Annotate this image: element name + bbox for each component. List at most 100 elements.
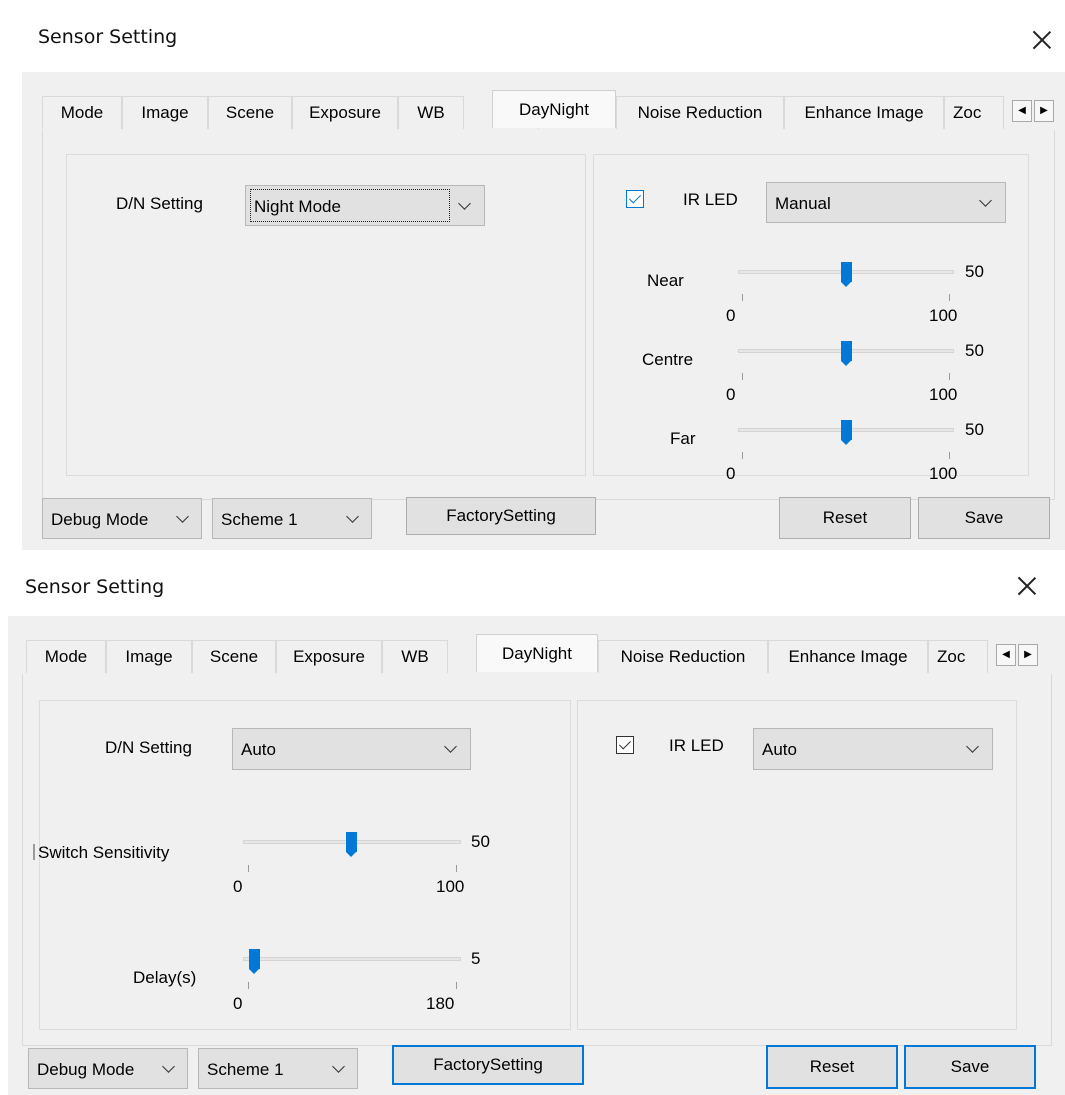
slider-value-far: 50 [965, 420, 984, 439]
chevron-down-icon [162, 1059, 175, 1073]
tab-strip: Mode Image Scene Exposure WB DayNight No… [26, 634, 1065, 674]
triangle-right-icon[interactable]: ▶ [1034, 100, 1054, 122]
slider-tick [248, 865, 249, 872]
dialog-client-area: Mode Image Scene Exposure WB DayNight No… [8, 616, 1065, 1095]
tab-scene[interactable]: Scene [192, 640, 276, 673]
reset-button[interactable]: Reset [766, 1045, 898, 1089]
slider-min-far: 0 [726, 464, 736, 483]
slider-max-switch-sensitivity: 100 [436, 877, 465, 896]
checkmark-icon [618, 737, 632, 750]
triangle-left-icon[interactable]: ◀ [996, 644, 1016, 666]
dn-setting-value: Auto [241, 740, 276, 759]
slider-max-far: 100 [929, 464, 958, 483]
slider-tick [742, 373, 743, 380]
slider-track-delay[interactable] [243, 957, 461, 961]
debug-mode-value: Debug Mode [51, 510, 149, 529]
ir-led-label: IR LED [683, 190, 738, 209]
tab-daynight[interactable]: DayNight [492, 90, 616, 128]
factory-setting-button[interactable]: FactorySetting [392, 1045, 584, 1085]
slider-min-near: 0 [726, 306, 736, 325]
slider-tick [456, 865, 457, 872]
triangle-right-icon[interactable]: ▶ [1018, 644, 1038, 666]
tab-zoom[interactable]: Zoc [944, 96, 1004, 129]
tab-wb[interactable]: WB [382, 640, 448, 673]
chevron-down-icon [176, 509, 189, 523]
chevron-down-icon [346, 509, 359, 523]
slider-thumb-centre[interactable] [841, 341, 852, 366]
tab-noise-reduction-label[interactable]: Noise Reduction [616, 96, 784, 129]
reset-button[interactable]: Reset [779, 497, 911, 539]
chevron-down-icon [332, 1059, 345, 1073]
dn-setting-value: Night Mode [254, 197, 341, 216]
slider-thumb-far[interactable] [841, 420, 852, 445]
tab-daynight[interactable]: DayNight [476, 634, 598, 672]
slider-max-centre: 100 [929, 385, 958, 404]
tab-enhance-image[interactable]: Enhance Image [768, 640, 928, 673]
slider-thumb-switch-sensitivity[interactable] [346, 832, 357, 857]
ir-led-checkbox[interactable] [626, 190, 644, 208]
dn-setting-label: D/N Setting [116, 194, 203, 213]
debug-mode-dropdown[interactable]: Debug Mode [42, 498, 202, 539]
scheme-value: Scheme 1 [207, 1060, 284, 1079]
close-icon[interactable] [1029, 27, 1055, 53]
slider-max-near: 100 [929, 306, 958, 325]
scheme-dropdown[interactable]: Scheme 1 [198, 1048, 358, 1089]
tab-exposure[interactable]: Exposure [276, 640, 382, 673]
tab-exposure[interactable]: Exposure [292, 96, 398, 129]
ir-led-mode-value: Auto [762, 740, 797, 759]
slider-scale-far: 0 100 [703, 462, 1003, 492]
chevron-down-icon [979, 193, 992, 207]
dialog-title: Sensor Setting [38, 26, 178, 48]
tab-noise-reduction[interactable]: Noise Reduction [598, 640, 768, 673]
dialog-title: Sensor Setting [25, 576, 165, 598]
slider-thumb-near[interactable] [841, 262, 852, 287]
ir-led-mode-dropdown[interactable]: Auto [753, 728, 993, 770]
dn-setting-dropdown[interactable]: Auto [232, 728, 471, 770]
tab-mode[interactable]: Mode [26, 640, 106, 673]
save-button[interactable]: Save [904, 1045, 1036, 1089]
slider-tick [949, 294, 950, 301]
scheme-value: Scheme 1 [221, 510, 298, 529]
slider-value-near: 50 [965, 262, 984, 281]
ir-led-label: IR LED [669, 736, 724, 755]
save-button[interactable]: Save [918, 497, 1050, 539]
dialog-client-area: Mode Image Scene Exposure WB DayNight No… [22, 72, 1065, 550]
dn-setting-label: D/N Setting [105, 738, 192, 757]
slider-tick [949, 452, 950, 459]
tab-image[interactable]: Image [106, 640, 192, 673]
ir-led-mode-dropdown[interactable]: Manual [766, 182, 1006, 223]
sensor-setting-dialog-2: Sensor Setting Mode Image Scene Exposure… [0, 550, 1065, 1095]
chevron-down-icon [966, 740, 979, 753]
tab-zoom[interactable]: Zoc [928, 640, 988, 673]
scheme-dropdown[interactable]: Scheme 1 [212, 498, 372, 539]
slider-tick [949, 373, 950, 380]
close-icon[interactable] [1014, 573, 1040, 599]
tab-wb[interactable]: WB [398, 96, 464, 129]
ir-led-checkbox[interactable] [616, 736, 634, 754]
factory-setting-button[interactable]: FactorySetting [406, 497, 596, 535]
slider-tick [456, 982, 457, 989]
slider-label-switch-sensitivity: Switch Sensitivity [38, 843, 170, 862]
tab-scene[interactable]: Scene [208, 96, 292, 129]
slider-thumb-delay[interactable] [249, 949, 260, 974]
triangle-left-icon[interactable]: ◀ [1012, 100, 1032, 122]
focus-indicator [33, 844, 35, 860]
slider-tick [742, 452, 743, 459]
debug-mode-dropdown[interactable]: Debug Mode [28, 1048, 188, 1089]
slider-label-delay: Delay(s) [133, 968, 197, 987]
tab-mode[interactable]: Mode [42, 96, 122, 129]
debug-mode-value: Debug Mode [37, 1060, 135, 1079]
slider-label-near: Near [647, 271, 684, 290]
slider-value-centre: 50 [965, 341, 984, 360]
sensor-setting-dialog-1: Sensor Setting Mode Image Scene Exposure… [0, 0, 1065, 550]
ir-led-mode-value: Manual [775, 194, 831, 213]
slider-min-delay: 0 [233, 994, 243, 1013]
slider-tick [742, 294, 743, 301]
tab-page-daynight: D/N Setting Night Mode IR LED Manual Nea… [42, 130, 1055, 500]
slider-value-delay: 5 [471, 949, 481, 968]
tab-image[interactable]: Image [122, 96, 208, 129]
tab-strip: Mode Image Scene Exposure WB DayNight No… [42, 90, 1065, 130]
tab-enhance-image[interactable]: Enhance Image [784, 96, 944, 129]
dn-setting-dropdown[interactable]: Night Mode [245, 185, 485, 226]
chevron-down-icon [458, 196, 471, 210]
